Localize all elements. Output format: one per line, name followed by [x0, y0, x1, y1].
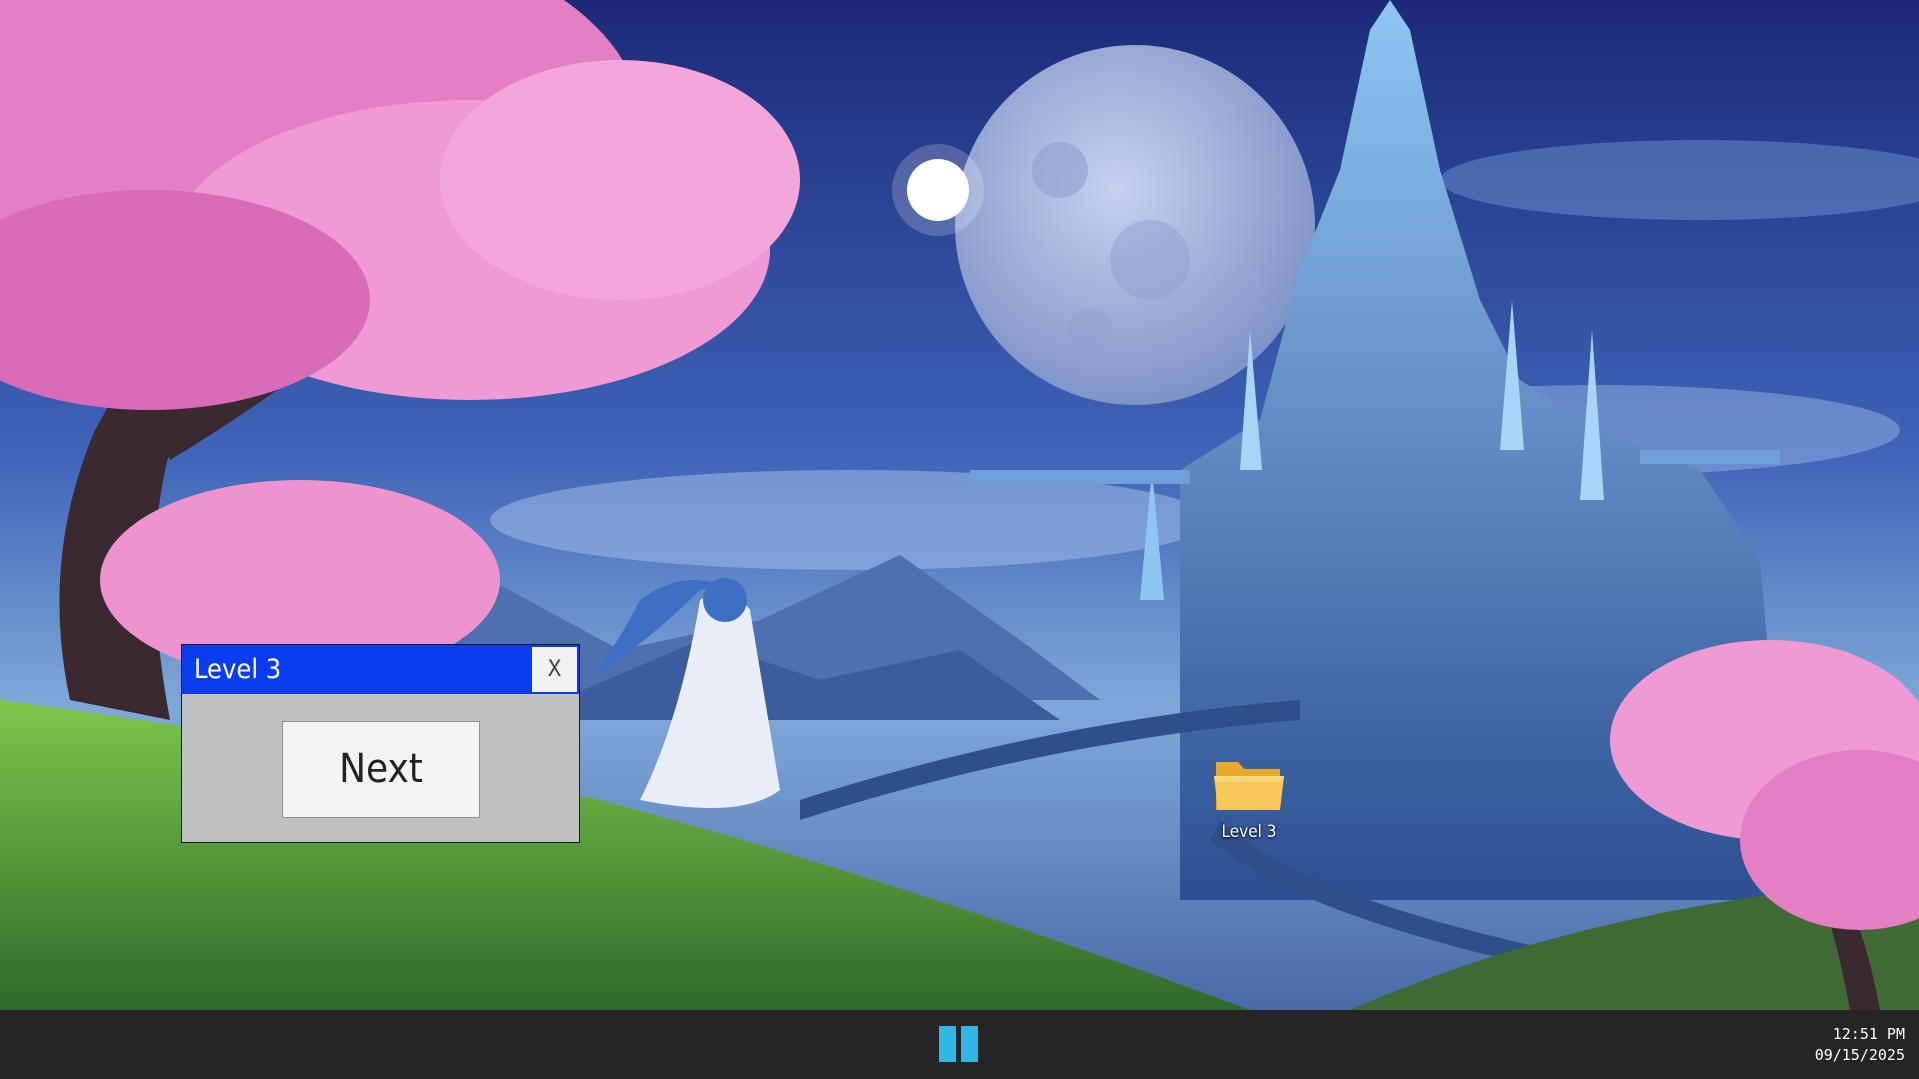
system-clock[interactable]: 12:51 PM 09/15/2025 [1775, 1024, 1905, 1066]
dialog-body: Next [182, 694, 579, 842]
level-dialog: Level 3 X Next [181, 644, 580, 843]
dialog-title: Level 3 [194, 654, 282, 685]
clock-date: 09/15/2025 [1814, 1046, 1905, 1064]
two-bars-start-icon [939, 1026, 978, 1062]
clock-time: 12:51 PM [1832, 1025, 1905, 1043]
desktop: Level 3 Level 3 X Next [0, 0, 1919, 1010]
desktop-icon-label: Level 3 [1221, 822, 1277, 842]
close-button[interactable]: X [532, 647, 577, 692]
dialog-titlebar[interactable]: Level 3 X [182, 645, 579, 694]
taskbar: 12:51 PM 09/15/2025 [0, 1010, 1919, 1079]
start-button[interactable] [937, 1024, 981, 1064]
next-button[interactable]: Next [282, 721, 480, 818]
desktop-icon-level-3[interactable]: Level 3 [1206, 752, 1292, 848]
folder-icon [1214, 762, 1284, 810]
wallpaper [0, 0, 1919, 1010]
